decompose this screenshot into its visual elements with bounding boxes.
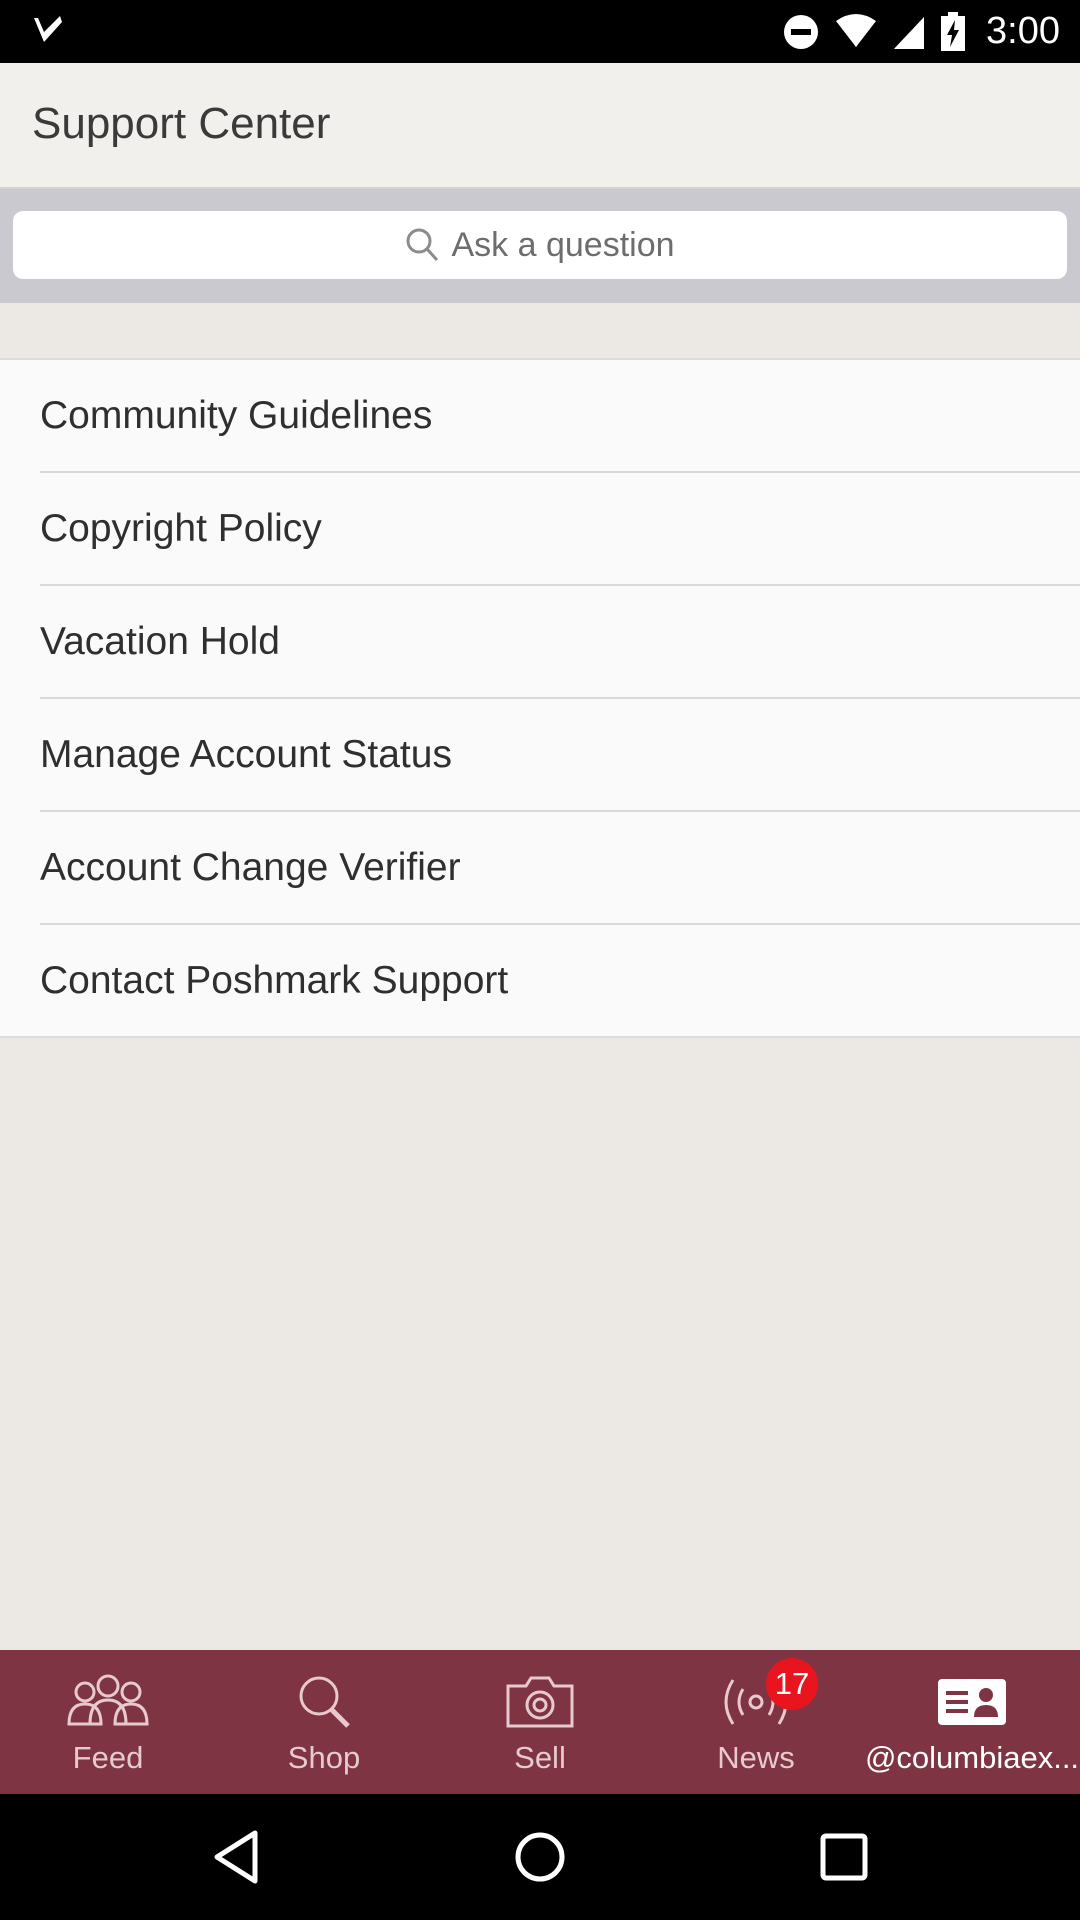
tab-sell[interactable]: Sell (432, 1650, 648, 1794)
menu-item-contact-support[interactable]: Contact Poshmark Support (40, 925, 1080, 1036)
page-title: Support Center (32, 99, 331, 148)
tab-label: Sell (514, 1740, 566, 1775)
clock: 3:00 (986, 10, 1060, 52)
support-menu-list: Community Guidelines Copyright Policy Va… (0, 358, 1080, 1038)
battery-charging-icon (941, 11, 966, 51)
search-placeholder: Ask a question (451, 225, 675, 264)
tab-label: News (717, 1740, 795, 1775)
search-icon (406, 228, 439, 262)
wifi-icon (836, 13, 877, 47)
menu-item-label: Vacation Hold (40, 619, 280, 663)
menu-item-account-change-verifier[interactable]: Account Change Verifier (40, 812, 1080, 925)
menu-item-label: Manage Account Status (40, 732, 452, 776)
system-nav-bar (0, 1794, 1080, 1920)
menu-item-manage-account-status[interactable]: Manage Account Status (40, 699, 1080, 812)
tab-feed[interactable]: Feed (0, 1650, 216, 1794)
bottom-nav: Feed Shop Sell News 17 @columbiaex... (0, 1650, 1080, 1794)
menu-item-community-guidelines[interactable]: Community Guidelines (40, 360, 1080, 473)
tab-label: @columbiaex... (864, 1740, 1080, 1775)
search-strip: Ask a question (0, 189, 1080, 303)
back-icon (214, 1830, 258, 1884)
camera-icon (506, 1676, 574, 1728)
tab-shop[interactable]: Shop (216, 1650, 432, 1794)
people-icon (67, 1674, 149, 1726)
notification-badge: 17 (766, 1658, 818, 1710)
app-bar: Support Center (0, 63, 1080, 189)
tab-label: Shop (287, 1740, 361, 1775)
recents-icon (820, 1833, 868, 1881)
tab-label: Feed (72, 1740, 144, 1775)
menu-item-label: Copyright Policy (40, 506, 322, 550)
home-button[interactable] (510, 1827, 570, 1887)
notification-check-icon (34, 16, 62, 42)
search-input[interactable]: Ask a question (13, 211, 1067, 279)
status-bar: 3:00 (0, 0, 1080, 63)
signal-icon (894, 16, 925, 49)
profile-card-icon (938, 1679, 1006, 1725)
menu-item-label: Contact Poshmark Support (40, 958, 509, 1002)
tab-news[interactable]: News 17 (648, 1650, 864, 1794)
menu-item-vacation-hold[interactable]: Vacation Hold (40, 586, 1080, 699)
search-icon (299, 1676, 350, 1728)
status-icons: 3:00 (782, 0, 1060, 63)
menu-item-label: Community Guidelines (40, 393, 433, 437)
home-icon (515, 1832, 565, 1882)
tab-profile[interactable]: @columbiaex... (864, 1650, 1080, 1794)
do-not-disturb-icon (784, 14, 819, 49)
menu-item-copyright-policy[interactable]: Copyright Policy (40, 473, 1080, 586)
recents-button[interactable] (814, 1827, 874, 1887)
back-button[interactable] (206, 1827, 266, 1887)
menu-item-label: Account Change Verifier (40, 845, 461, 889)
